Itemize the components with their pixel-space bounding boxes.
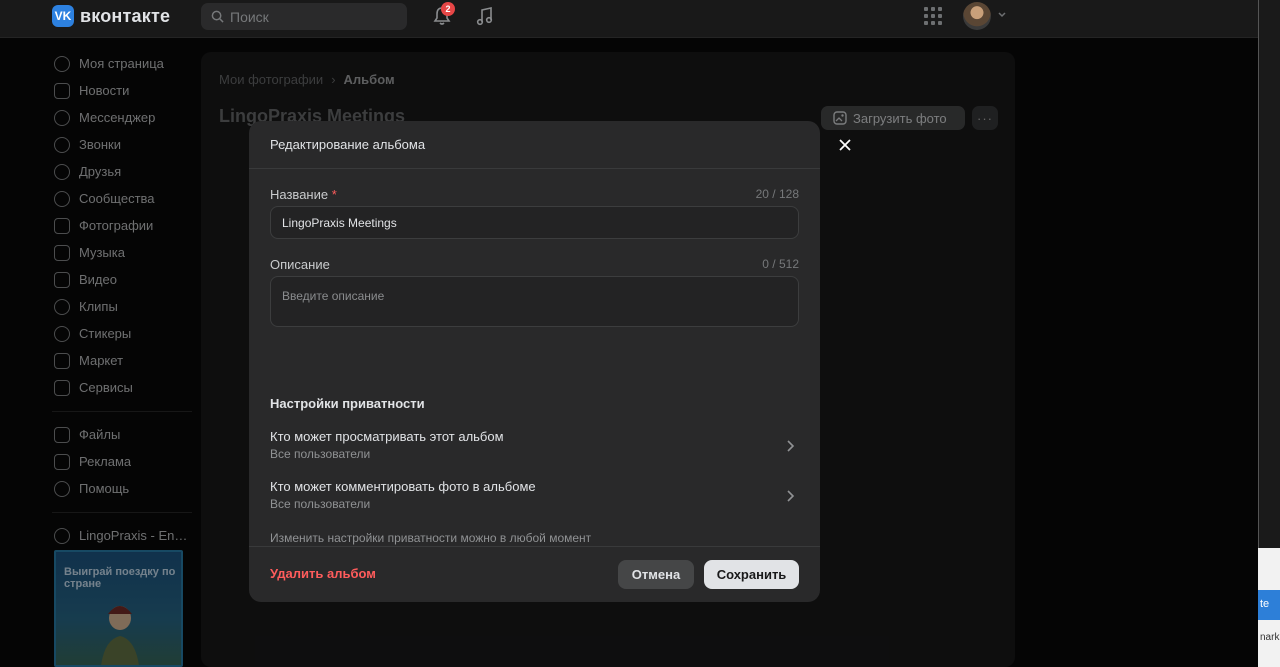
name-label-row: Название * 20 / 128	[270, 187, 799, 202]
adjacent-window-button[interactable]: te	[1258, 590, 1280, 620]
description-label-row: Описание 0 / 512	[270, 257, 799, 272]
vk-logo-text: вконтакте	[80, 5, 171, 26]
name-counter: 20 / 128	[755, 187, 799, 201]
adjacent-window-dark	[1258, 0, 1280, 548]
close-icon[interactable]	[837, 137, 853, 153]
privacy-comment-title: Кто может комментировать фото в альбоме	[270, 479, 536, 494]
vk-logo-mark: VK	[52, 5, 74, 27]
search-icon	[211, 10, 224, 23]
edit-album-modal: Редактирование альбома Название * 20 / 1…	[249, 121, 820, 602]
privacy-view-row[interactable]: Кто может просматривать этот альбом Все …	[270, 429, 799, 469]
privacy-hint: Изменить настройки приватности можно в л…	[270, 531, 592, 545]
notification-badge: 2	[441, 2, 455, 16]
chevron-right-icon	[787, 490, 795, 502]
search-box[interactable]	[201, 3, 407, 30]
album-name-input[interactable]	[270, 206, 799, 239]
description-label: Описание	[270, 257, 330, 272]
privacy-view-value: Все пользователи	[270, 447, 371, 461]
privacy-view-title: Кто может просматривать этот альбом	[270, 429, 504, 444]
vk-logo[interactable]: VK вконтакте	[52, 5, 170, 27]
modal-footer: Отмена Сохранить	[249, 546, 820, 602]
adjacent-window-text: nark	[1260, 632, 1280, 643]
album-description-input[interactable]	[270, 276, 799, 327]
privacy-comment-row[interactable]: Кто может комментировать фото в альбоме …	[270, 479, 799, 519]
search-input[interactable]	[230, 8, 390, 25]
adjacent-window: te nark	[1258, 0, 1280, 667]
description-counter: 0 / 512	[762, 257, 799, 271]
chevron-down-icon[interactable]	[997, 10, 1007, 20]
cancel-button[interactable]: Отмена	[618, 560, 694, 589]
privacy-section-title: Настройки приватности	[270, 396, 425, 411]
name-label: Название	[270, 187, 329, 202]
apps-grid-icon[interactable]	[924, 7, 942, 25]
music-note-icon[interactable]	[474, 5, 496, 27]
modal-body: Название * 20 / 128 Описание 0 / 512 Нас…	[249, 169, 820, 581]
top-bar: VK вконтакте 2	[0, 0, 1258, 38]
modal-title: Редактирование альбома	[249, 121, 820, 169]
avatar[interactable]	[963, 2, 991, 30]
chevron-right-icon	[787, 440, 795, 452]
required-asterisk: *	[331, 187, 337, 202]
privacy-comment-value: Все пользователи	[270, 497, 371, 511]
save-button[interactable]: Сохранить	[704, 560, 799, 589]
